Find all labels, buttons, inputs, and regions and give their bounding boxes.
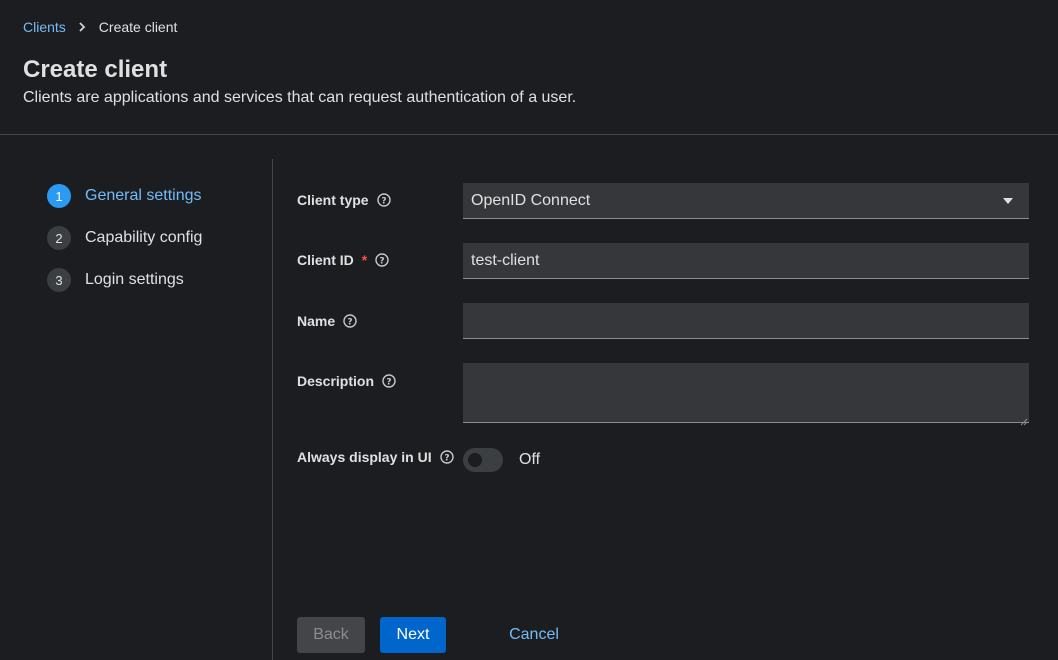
svg-text:?: ? [348,317,353,327]
step-number: 3 [47,268,71,292]
svg-text:?: ? [386,377,391,387]
back-button[interactable]: Back [297,617,365,653]
description-row: Description ? [297,373,396,389]
always-display-state: Off [519,451,541,468]
required-asterisk: * [361,252,368,268]
wizard-nav [0,135,272,660]
svg-text:?: ? [380,256,385,266]
step-label: General settings [85,187,202,204]
step-label: Login settings [85,271,184,288]
caret-down-icon [1003,197,1013,204]
always-display-label: Always display in UI ? [297,449,454,465]
help-icon[interactable]: ? [376,193,391,207]
client-id-row: Client ID * ? [297,252,389,268]
help-icon[interactable]: ? [343,314,357,328]
client-type-select[interactable]: OpenID Connect [463,183,1029,219]
step-number: 2 [47,226,71,250]
breadcrumb: Clients Create client [23,19,177,35]
step-number: 1 [47,184,71,208]
toggle-knob [468,453,482,467]
client-type-label: Client type ? [297,192,391,208]
client-id-label-text: Client ID [297,252,354,268]
page-title: Create client [23,56,168,83]
client-type-row: Client type ? [297,192,391,208]
breadcrumb-link-clients[interactable]: Clients [23,19,66,35]
wizard-nav-divider [272,159,273,660]
svg-text:?: ? [444,453,449,463]
help-icon[interactable]: ? [382,374,396,388]
name-input[interactable] [463,303,1029,339]
help-icon[interactable]: ? [439,450,454,464]
description-label: Description ? [297,373,396,389]
always-display-toggle[interactable] [463,448,503,472]
help-icon[interactable]: ? [375,253,389,267]
name-label: Name ? [297,313,357,329]
cancel-button[interactable]: Cancel [498,617,570,653]
step-label: Capability config [85,229,203,246]
page-subtitle: Clients are applications and services th… [23,89,577,106]
description-textarea[interactable] [463,363,1029,426]
always-display-row: Always display in UI ? [297,449,454,465]
client-id-label: Client ID * ? [297,252,389,268]
client-id-input[interactable]: test-client [463,243,1029,279]
chevron-right-icon [78,22,86,32]
next-button[interactable]: Next [380,617,446,653]
step-general-settings[interactable]: 1 General settings [47,184,202,208]
page-header: Clients Create client Create client Clie… [0,0,1058,135]
resize-handle-icon[interactable] [1020,413,1028,426]
step-capability-config[interactable]: 2 Capability config [47,226,202,250]
name-label-text: Name [297,313,336,329]
client-type-value: OpenID Connect [471,191,591,209]
breadcrumb-current: Create client [98,19,178,35]
client-id-value: test-client [471,251,540,269]
always-display-label-text: Always display in UI [297,449,432,465]
client-type-label-text: Client type [297,192,369,208]
name-row: Name ? [297,313,357,329]
svg-text:?: ? [381,196,386,206]
description-label-text: Description [297,373,375,389]
step-login-settings[interactable]: 3 Login settings [47,268,184,292]
